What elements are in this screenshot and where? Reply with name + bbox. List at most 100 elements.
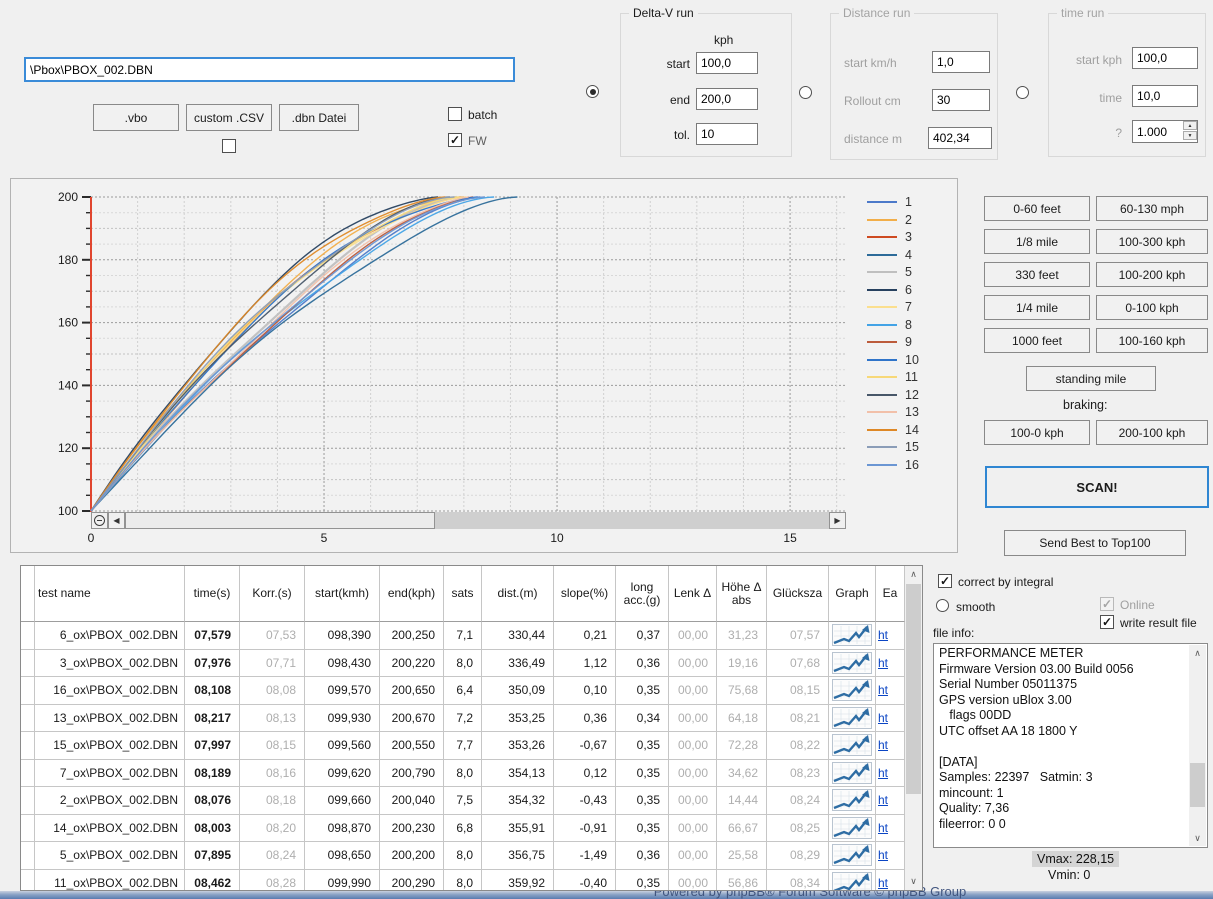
legend-item: 12 — [867, 388, 947, 402]
row-selector[interactable] — [21, 815, 35, 843]
column-header[interactable]: dist.(m) — [482, 566, 554, 622]
result-link[interactable]: ht — [876, 870, 905, 892]
run-button[interactable]: 100-300 kph — [1096, 229, 1208, 254]
spinner-down-icon[interactable]: ▼ — [1183, 131, 1197, 140]
scroll-down-icon[interactable]: ∨ — [1189, 830, 1206, 846]
scroll-left-icon[interactable]: ◀ — [108, 512, 125, 529]
result-link[interactable]: ht — [876, 677, 905, 705]
run-button[interactable]: 1/8 mile — [984, 229, 1090, 254]
file-info-scrollbar[interactable]: ∧ ∨ — [1189, 645, 1206, 846]
row-selector[interactable] — [21, 622, 35, 650]
graph-icon[interactable] — [829, 677, 876, 705]
zoom-out-icon[interactable] — [91, 512, 108, 529]
standing-mile-button[interactable]: standing mile — [1026, 366, 1156, 391]
result-link[interactable]: ht — [876, 787, 905, 815]
correct-by-integral-label: correct by integral — [958, 575, 1053, 589]
column-header[interactable]: start(kmh) — [305, 566, 380, 622]
row-selector[interactable] — [21, 787, 35, 815]
run-button[interactable]: 1000 feet — [984, 328, 1090, 353]
run-button[interactable]: 330 feet — [984, 262, 1090, 287]
time-input[interactable] — [1132, 85, 1198, 107]
run-button[interactable]: 1/4 mile — [984, 295, 1090, 320]
column-header[interactable]: Lenk Δ — [669, 566, 717, 622]
custom-csv-button[interactable]: custom .CSV — [186, 104, 272, 131]
graph-icon[interactable] — [829, 760, 876, 788]
braking-200-100-button[interactable]: 200-100 kph — [1096, 420, 1208, 445]
result-link[interactable]: ht — [876, 842, 905, 870]
result-link[interactable]: ht — [876, 760, 905, 788]
column-header[interactable]: long acc.(g) — [616, 566, 669, 622]
braking-100-0-button[interactable]: 100-0 kph — [984, 420, 1090, 445]
run-button[interactable]: 100-200 kph — [1096, 262, 1208, 287]
result-link[interactable]: ht — [876, 815, 905, 843]
delta-v-start-input[interactable] — [696, 52, 758, 74]
row-selector[interactable] — [21, 870, 35, 892]
graph-icon[interactable] — [829, 732, 876, 760]
column-header[interactable]: Graph — [829, 566, 876, 622]
table-scrollbar[interactable]: ∧ ∨ — [905, 566, 922, 890]
column-header[interactable]: test name — [35, 566, 185, 622]
graph-icon[interactable] — [829, 870, 876, 892]
row-selector[interactable] — [21, 842, 35, 870]
result-link[interactable]: ht — [876, 622, 905, 650]
column-header[interactable]: end(kph) — [380, 566, 444, 622]
file-path-input[interactable] — [24, 57, 515, 82]
column-header[interactable]: slope(%) — [554, 566, 616, 622]
column-header[interactable]: sats — [444, 566, 482, 622]
table-scrollbar-thumb[interactable] — [906, 584, 921, 794]
column-header[interactable]: time(s) — [185, 566, 240, 622]
graph-icon[interactable] — [829, 815, 876, 843]
row-selector[interactable] — [21, 760, 35, 788]
batch-checkbox[interactable] — [448, 107, 462, 121]
graph-icon[interactable] — [829, 650, 876, 678]
graph-icon[interactable] — [829, 622, 876, 650]
column-header[interactable]: Glücksza — [767, 566, 829, 622]
chart-scrollbar-thumb[interactable] — [125, 512, 435, 529]
graph-icon[interactable] — [829, 787, 876, 815]
result-link[interactable]: ht — [876, 650, 905, 678]
graph-icon[interactable] — [829, 705, 876, 733]
run-button[interactable]: 0-60 feet — [984, 196, 1090, 221]
send-best-button[interactable]: Send Best to Top100 — [1004, 530, 1186, 556]
distance-start-input[interactable] — [932, 51, 990, 73]
column-header[interactable]: Korr.(s) — [240, 566, 305, 622]
row-selector[interactable] — [21, 705, 35, 733]
distance-run-radio[interactable] — [799, 86, 812, 99]
scroll-down-icon[interactable]: ∨ — [905, 873, 922, 890]
column-header[interactable]: Ea — [876, 566, 905, 622]
write-result-file-checkbox[interactable]: ✓ — [1100, 615, 1114, 629]
scroll-up-icon[interactable]: ∧ — [1189, 645, 1206, 661]
column-header[interactable] — [21, 566, 35, 622]
run-button[interactable]: 0-100 kph — [1096, 295, 1208, 320]
fw-checkbox[interactable]: ✓ — [448, 133, 462, 147]
time-run-start-input[interactable] — [1132, 47, 1198, 69]
run-button[interactable]: 60-130 mph — [1096, 196, 1208, 221]
delta-v-radio[interactable] — [586, 85, 599, 98]
rollout-input[interactable] — [932, 89, 990, 111]
spinner-up-icon[interactable]: ▲ — [1183, 121, 1197, 130]
row-selector[interactable] — [21, 677, 35, 705]
scroll-right-icon[interactable]: ▶ — [829, 512, 846, 529]
smooth-radio[interactable] — [936, 599, 949, 612]
dbn-datei-button[interactable]: .dbn Datei — [279, 104, 359, 131]
result-link[interactable]: ht — [876, 732, 905, 760]
row-selector[interactable] — [21, 650, 35, 678]
run-button[interactable]: 100-160 kph — [1096, 328, 1208, 353]
scan-button[interactable]: SCAN! — [985, 466, 1209, 508]
time-run-radio[interactable] — [1016, 86, 1029, 99]
scroll-up-icon[interactable]: ∧ — [905, 566, 922, 583]
result-link[interactable]: ht — [876, 705, 905, 733]
delta-v-tol-input[interactable] — [696, 123, 758, 145]
graph-icon[interactable] — [829, 842, 876, 870]
file-info-scrollbar-thumb[interactable] — [1190, 763, 1205, 807]
file-info-box[interactable]: PERFORMANCE METER Firmware Version 03.00… — [933, 643, 1208, 848]
chart-scrollbar[interactable]: ◀ ▶ — [91, 512, 846, 529]
csv-option-checkbox[interactable] — [222, 139, 236, 153]
vbo-button[interactable]: .vbo — [93, 104, 179, 131]
row-selector[interactable] — [21, 732, 35, 760]
delta-v-end-input[interactable] — [696, 88, 758, 110]
column-header[interactable]: Höhe Δ abs — [717, 566, 767, 622]
distance-m-input[interactable] — [928, 127, 992, 149]
correct-by-integral-checkbox[interactable]: ✓ — [938, 574, 952, 588]
delta-v-title: Delta-V run — [629, 6, 698, 20]
